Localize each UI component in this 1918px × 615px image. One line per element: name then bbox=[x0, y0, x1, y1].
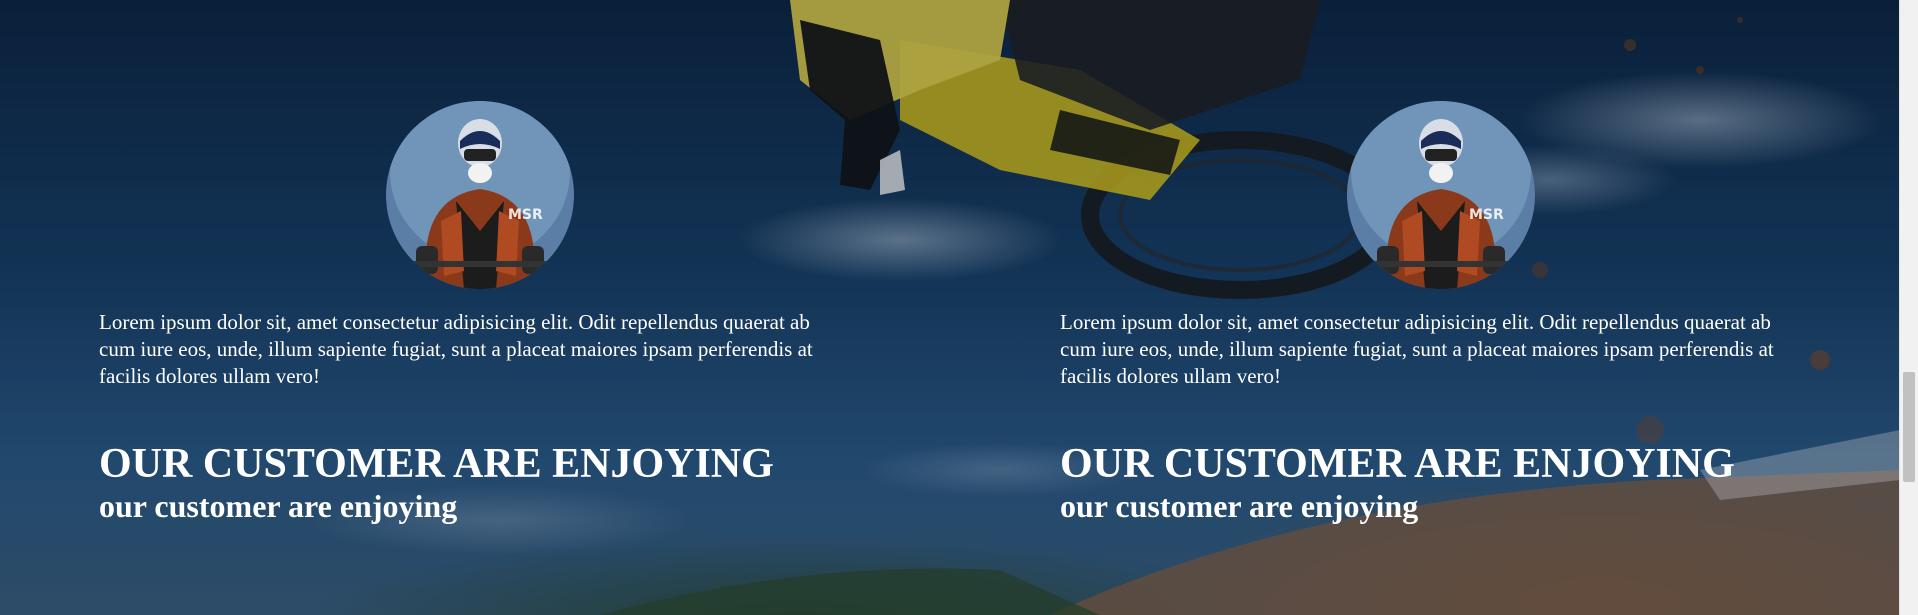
svg-text:MSR: MSR bbox=[508, 207, 543, 223]
testimonial-title: OUR CUSTOMER ARE ENJOYING bbox=[99, 441, 774, 487]
testimonial-text: Lorem ipsum dolor sit, amet consectetur … bbox=[1060, 310, 1774, 388]
testimonials-section: MSR Lorem ipsum dolor sit, amet consecte… bbox=[0, 0, 1918, 615]
testimonial-avatar: MSR bbox=[1347, 101, 1535, 289]
testimonial-subtitle: our customer are enjoying bbox=[99, 488, 458, 524]
svg-text:MSR: MSR bbox=[1469, 207, 1504, 223]
testimonial-title: OUR CUSTOMER ARE ENJOYING bbox=[1060, 441, 1735, 487]
testimonial-text: Lorem ipsum dolor sit, amet consectetur … bbox=[99, 310, 813, 388]
page-scrollbar[interactable] bbox=[1899, 0, 1918, 615]
motocross-rider-avatar-icon: MSR bbox=[386, 101, 574, 289]
testimonial-subtitle: our customer are enjoying bbox=[1060, 488, 1419, 524]
motocross-rider-avatar-icon: MSR bbox=[1347, 101, 1535, 289]
scrollbar-thumb[interactable] bbox=[1903, 372, 1915, 482]
testimonial-avatar: MSR bbox=[386, 101, 574, 289]
